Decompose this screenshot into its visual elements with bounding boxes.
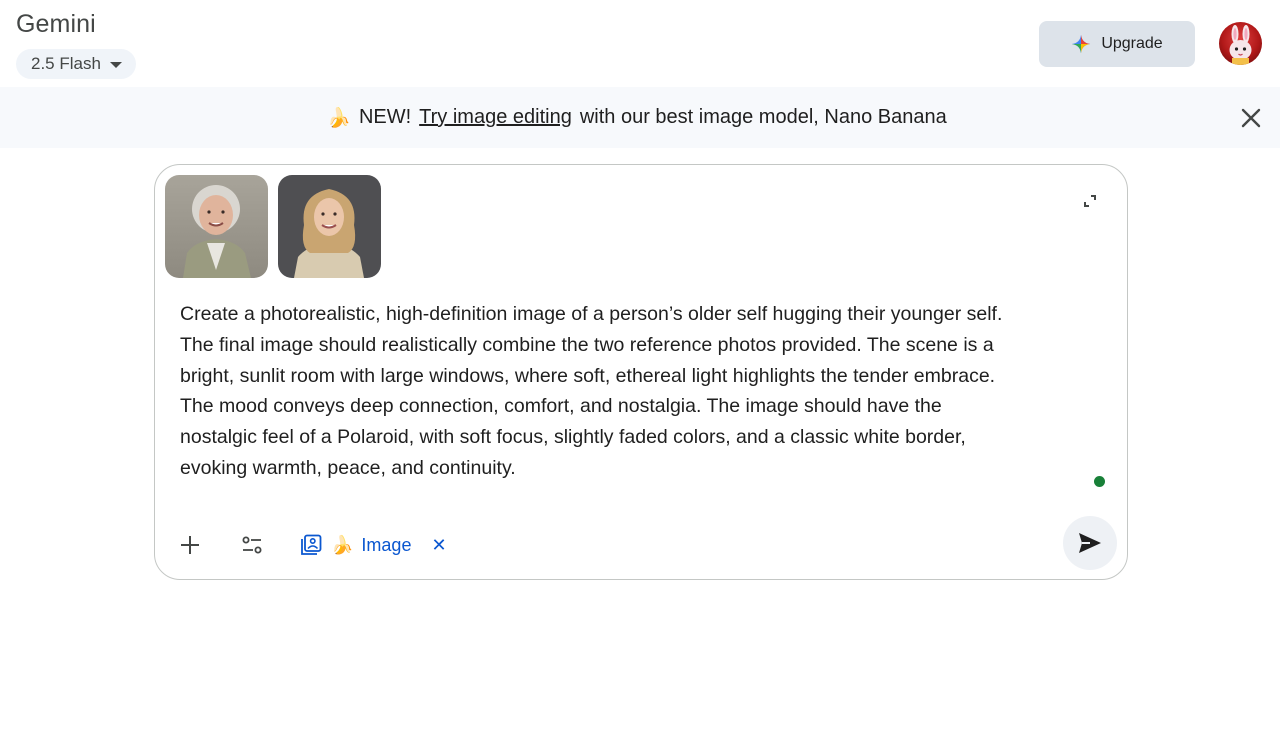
sparkle-icon — [1072, 34, 1091, 54]
reference-image-older[interactable] — [165, 175, 268, 278]
plus-icon — [181, 536, 199, 554]
upgrade-button[interactable]: Upgrade — [1039, 21, 1195, 67]
prompt-composer: Create a photorealistic, high-definition… — [154, 164, 1128, 580]
image-gallery-icon — [301, 534, 322, 555]
prompt-input[interactable]: Create a photorealistic, high-definition… — [180, 299, 1100, 484]
expand-icon[interactable] — [1081, 192, 1099, 210]
model-picker[interactable]: 2.5 Flash — [16, 49, 136, 79]
send-button[interactable] — [1063, 516, 1117, 570]
tools-icon — [242, 536, 262, 554]
model-label: 2.5 Flash — [31, 54, 101, 73]
tools-button[interactable] — [234, 527, 270, 563]
banner-text: with our best image model, Nano Banana — [579, 106, 947, 128]
app-title[interactable]: Gemini — [16, 10, 96, 39]
add-button[interactable] — [172, 527, 208, 563]
send-icon — [1079, 533, 1101, 553]
announcement-banner: 🍌 NEW! Try image editing with our best i… — [0, 87, 1280, 148]
try-image-editing-link[interactable]: Try image editing — [419, 106, 572, 129]
avatar[interactable] — [1219, 22, 1262, 65]
banner-prefix: NEW! — [358, 106, 412, 128]
avatar-image — [1229, 25, 1252, 65]
banana-icon: 🍌 — [331, 534, 354, 555]
image-chip-label: Image — [361, 534, 412, 555]
reference-image-younger[interactable] — [278, 175, 381, 278]
status-dot — [1094, 476, 1105, 487]
upgrade-label: Upgrade — [1101, 35, 1163, 52]
close-icon[interactable] — [1239, 106, 1263, 130]
banana-icon: 🍌 — [327, 107, 351, 129]
caret-down-icon — [109, 62, 122, 68]
chip-close-icon[interactable]: ✕ — [431, 535, 446, 556]
image-mode-chip[interactable]: 🍌 Image ✕ — [299, 529, 447, 561]
